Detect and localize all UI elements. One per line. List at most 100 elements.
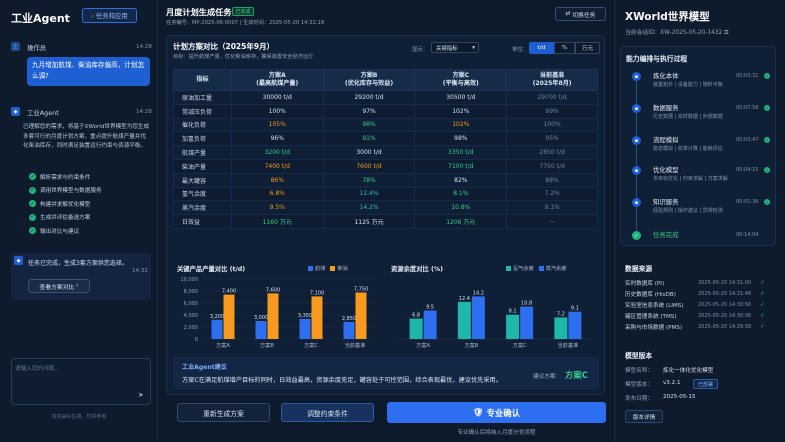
chart-legend: 航煤 柴油	[308, 265, 348, 272]
check-icon: ✓	[764, 105, 770, 111]
process-node-sub: 装置拓扑 | 设备能力 | 物料平衡	[653, 82, 723, 88]
data-label: 10.8	[521, 301, 532, 307]
chart-bar	[457, 301, 471, 339]
table-cell: 102%	[414, 103, 508, 119]
check-icon: ✓	[760, 301, 766, 308]
legend-swatch	[538, 265, 544, 271]
table-cell: 10.8%	[414, 200, 508, 216]
suggestion-text: 方案C在满足航煤增产目标的同时，日效益最高，资源余度充足，罐容处于可控范围，综合…	[182, 377, 502, 384]
table-cell: 88%	[506, 172, 598, 188]
regenerate-button[interactable]: 重新生成方案	[177, 403, 270, 422]
data-label: 7,750	[354, 287, 368, 293]
suggestion-title: 工业Agent建议	[182, 364, 227, 371]
model-version-label: 模型版本：	[625, 382, 653, 388]
suggestion-label: 建议方案：	[533, 374, 561, 380]
x-tick-label: 方案C	[304, 341, 318, 349]
chart-bar	[471, 296, 485, 339]
data-label: 9.5	[426, 305, 434, 311]
adjust-constraints-button[interactable]: 调整约束条件	[281, 403, 374, 422]
data-label: 6.8	[412, 313, 420, 319]
process-node-time: 00:03:31	[736, 73, 759, 79]
switch-task-button[interactable]: ⇄ 切换任务	[555, 7, 606, 21]
check-icon: ✓	[29, 186, 36, 194]
table-cell: 14.2%	[322, 200, 416, 216]
unit-label: 单位：	[512, 47, 529, 53]
display-select[interactable]: 关键指标 ▾	[431, 42, 479, 53]
version-details-button[interactable]: 版本详情	[625, 410, 663, 423]
y-tick-label: 8,000	[184, 289, 198, 295]
check-icon: ✓	[760, 290, 766, 297]
table-cell: 98%	[322, 117, 416, 133]
unit-toggle-td[interactable]: t/d	[529, 42, 554, 54]
table-cell: 99%	[506, 103, 598, 119]
table-cell: 3350 t/d	[414, 145, 508, 160]
table-cell: 12.4%	[322, 186, 416, 202]
table-cell: 3200 t/d	[230, 145, 324, 160]
model-name-label: 模型名称：	[625, 368, 653, 374]
table-row: 氢气余度 6.8% 12.4% 8.1% 7.2%	[173, 186, 598, 202]
table-cell: 86%	[230, 172, 324, 188]
data-label: 8.1	[509, 309, 517, 315]
table-cell: 1160 万元	[230, 214, 324, 229]
model-name: 炼化一体化优化模型	[663, 368, 714, 374]
table-cell: 97%	[322, 103, 416, 119]
check-icon: ✓	[29, 173, 36, 181]
status-badge: 已完成	[232, 7, 254, 16]
table-row: 航煤产量 3200 t/d 3000 t/d 3350 t/d 2850 t/d	[173, 145, 598, 160]
model-status-badge: 已部署	[693, 379, 718, 389]
y-tick-label: 6,000	[184, 301, 198, 307]
row-label: 催化负荷	[173, 117, 232, 133]
send-icon[interactable]: ➤	[138, 391, 144, 399]
chart-bar	[299, 318, 311, 339]
data-source-name: 历史数据库 (HisDB)	[625, 292, 676, 298]
check-icon: ✓	[764, 167, 770, 173]
y-tick-label: 10,000	[181, 277, 199, 283]
agent-message-time: 14:28	[136, 109, 152, 115]
data-source-time: 2025-05-20 14:29:58	[698, 324, 752, 330]
process-node-title: 炼化本体	[653, 72, 679, 80]
agent-steps-list: ✓ 解析需求与约束条件 ✓ 调用世界模型与数据服务 ✓ 构建并求解优化模型 ✓ 生成并评…	[29, 170, 153, 238]
user-message-time: 14:28	[136, 44, 152, 50]
data-label: 3,350	[298, 313, 312, 319]
chart-bar	[409, 318, 423, 339]
process-node-title: 数据服务	[653, 104, 679, 112]
process-node-title: 流程模拟	[653, 136, 679, 144]
row-label: 日效益	[173, 214, 232, 229]
unit-toggle-wanyuan[interactable]: 万元	[575, 42, 600, 54]
agent-avatar-icon: ◆	[11, 107, 20, 116]
process-node-icon: ▪	[632, 72, 641, 81]
user-name: 操作员	[27, 44, 47, 52]
view-comparison-button[interactable]: 查看方案对比 ›	[28, 279, 90, 293]
table-cell: 1206 万元	[414, 214, 508, 229]
table-cell: 91%	[322, 131, 416, 147]
agent-step: ✓ 调用世界模型与数据服务	[29, 186, 102, 195]
check-icon: ✓	[764, 137, 770, 143]
suggested-plan: 方案C	[565, 370, 588, 380]
process-node-sub: 经验规则 | 操作建议 | 异常检测	[653, 208, 723, 214]
chart-bar	[506, 314, 520, 339]
table-cell: 7750 t/d	[506, 158, 598, 174]
back-to-tasks-button[interactable]: ‹ 任务和应用	[82, 8, 137, 23]
table-cell: 7600 t/d	[322, 158, 416, 174]
confirm-button[interactable]: 🛡 专业确认	[387, 402, 606, 423]
card-title: 计划方案对比（2025年9月）	[173, 42, 275, 51]
x-tick-label: 方案C	[513, 341, 527, 349]
check-icon: ✓	[760, 312, 766, 319]
data-source-time: 2025-05-20 14:31:48	[698, 291, 752, 297]
agent-message: 已理解您的需求，将基于XWorld世界模型为您生成多套可行的月度计划方案，重点提…	[23, 124, 150, 150]
data-label: 7,100	[310, 290, 324, 296]
copy-icon[interactable]: ⧉	[724, 30, 728, 36]
check-icon: ✓	[29, 213, 36, 221]
data-label: 14.2	[473, 290, 484, 296]
table-row: 最大罐容 86% 78% 82% 88%	[173, 172, 598, 188]
legend-swatch	[506, 265, 511, 271]
task-done-text: 任务已完成，生成3套方案供您选择。	[28, 260, 128, 267]
row-label: 原油加工量	[173, 90, 232, 105]
info-icon[interactable]: ⓘ	[702, 11, 709, 21]
table-cell: 8.1%	[414, 186, 508, 202]
user-avatar-icon: 👤	[11, 42, 20, 51]
table-cell: 100%	[230, 103, 324, 119]
table-row: 加氢负荷 96% 91% 98% 95%	[173, 131, 598, 147]
unit-toggle-percent[interactable]: %	[554, 42, 575, 54]
table-cell: 29700 t/d	[506, 90, 598, 105]
